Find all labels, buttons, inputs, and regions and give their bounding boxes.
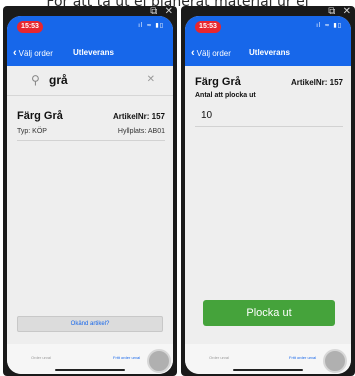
pick-out-button[interactable]: Plocka ut (203, 300, 335, 326)
tab-free-order-selection[interactable]: Fritt order urval (113, 355, 140, 360)
back-label: Välj order (18, 49, 53, 58)
nav-bar: ‹ Välj order Utleverans (185, 40, 351, 66)
phone-right: ⧉ ✕ 15:53 ıl ≈ ▮▯ ‹ Välj order Utleverans… (181, 6, 355, 376)
content-area: Färg Grå ArtikelNr: 157 Antal att plocka… (185, 66, 351, 316)
nav-title: Utleverans (249, 48, 290, 57)
back-button[interactable]: ‹ Välj order (191, 47, 231, 60)
system-icons: ıl ≈ ▮▯ (316, 22, 342, 29)
search-row[interactable]: ⚲ grå ✕ (7, 66, 173, 96)
phone-left: ⧉ ✕ 15:53 ıl ≈ ▮▯ ‹ Välj order Utleverans… (3, 6, 177, 376)
time-pill: 15:53 (195, 21, 221, 33)
clear-icon[interactable]: ✕ (147, 74, 155, 85)
tab-free-order-selection[interactable]: Fritt order urval (289, 355, 316, 360)
screen-left: 15:53 ıl ≈ ▮▯ ‹ Välj order Utleverans ⚲ g… (7, 16, 173, 374)
item-type: Typ: KÖP (17, 128, 47, 135)
nav-bar: ‹ Välj order Utleverans (7, 40, 173, 66)
item-title: Färg Grå (195, 76, 241, 88)
quantity-label: Antal att plocka ut (195, 92, 256, 99)
assistive-touch-icon[interactable] (323, 349, 347, 373)
status-bar: 15:53 ıl ≈ ▮▯ (7, 16, 173, 40)
back-button[interactable]: ‹ Välj order (13, 47, 53, 60)
search-input[interactable]: grå (49, 73, 68, 87)
bottom-bar: Order urval Fritt order urval (7, 344, 173, 374)
home-indicator (233, 369, 303, 371)
divider (17, 140, 165, 141)
home-indicator (55, 369, 125, 371)
assistive-touch-icon[interactable] (147, 349, 171, 373)
item-title: Färg Grå (17, 110, 63, 122)
tab-order-selection[interactable]: Order urval (31, 355, 51, 360)
content-area: ⚲ grå ✕ Färg Grå ArtikelNr: 157 Typ: KÖP… (7, 66, 173, 316)
system-icons: ıl ≈ ▮▯ (138, 22, 164, 29)
article-number: ArtikelNr: 157 (290, 78, 343, 87)
chevron-left-icon: ‹ (13, 47, 17, 59)
status-bar: 15:53 ıl ≈ ▮▯ (185, 16, 351, 40)
chevron-left-icon: ‹ (191, 47, 195, 59)
nav-title: Utleverans (73, 48, 114, 57)
unknown-article-button[interactable]: Okänd artikel? (17, 316, 163, 332)
time-pill: 15:53 (17, 21, 43, 33)
search-icon: ⚲ (31, 73, 40, 87)
screen-right: 15:53 ıl ≈ ▮▯ ‹ Välj order Utleverans Fär… (185, 16, 351, 374)
quantity-field[interactable]: 10 (201, 110, 212, 121)
article-number: ArtikelNr: 157 (112, 112, 165, 121)
shelf-location: Hyllplats: AB01 (117, 128, 165, 135)
back-label: Välj order (196, 49, 231, 58)
divider (195, 126, 343, 127)
bottom-bar: Order urval Fritt order urval (185, 344, 351, 374)
tab-order-selection[interactable]: Order urval (209, 355, 229, 360)
